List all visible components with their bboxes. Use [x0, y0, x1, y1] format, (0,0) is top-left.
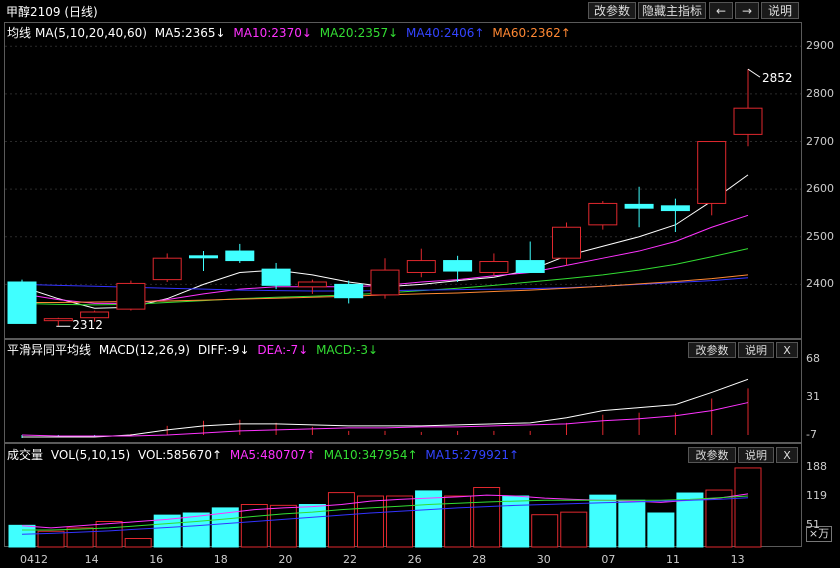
candle-up [479, 261, 509, 273]
x-tick-label: 11 [666, 553, 680, 566]
x-tick-label: 18 [213, 553, 228, 566]
high-price-annotation: 2852 [762, 71, 793, 86]
candle-up [406, 260, 436, 273]
volume-bar-up [95, 521, 123, 548]
candle-up [552, 226, 581, 259]
volume-bar-up [124, 538, 152, 548]
volume-y-tick-label: 51 [806, 518, 820, 532]
x-tick-label: 28 [472, 553, 487, 566]
y-tick-label: 2800 [806, 86, 834, 100]
candle-down [515, 260, 545, 273]
volume-bar-up [531, 514, 559, 548]
x-tick-label: 13 [730, 553, 745, 566]
x-tick-label: 07 [601, 553, 616, 566]
volume-bar-down [618, 499, 646, 548]
candle-up [370, 269, 400, 296]
macd-y-tick-label: 68 [806, 352, 820, 366]
macd-y-tick-label: -7 [806, 427, 817, 441]
candle-up [733, 107, 763, 135]
volume-bar-down [415, 490, 443, 548]
candle-down [261, 268, 291, 286]
volume-bar-up [269, 504, 297, 548]
chart-canvas [5, 45, 801, 548]
volume-bar-down [8, 524, 36, 548]
candle-up [588, 202, 618, 226]
candle-down [189, 255, 218, 259]
x-tick-label: 0412 [20, 553, 48, 566]
candle-down [660, 205, 690, 212]
x-tick-label: 16 [149, 553, 164, 566]
y-tick-label: 2700 [806, 134, 834, 148]
volume-bar-up [386, 495, 414, 548]
y-tick-label: 2500 [806, 229, 834, 243]
volume-bar-down [502, 495, 530, 548]
y-tick-label: 2600 [806, 182, 834, 196]
volume-bar-up [473, 487, 501, 548]
candle-up [697, 141, 727, 204]
y-tick-label: 2900 [806, 39, 834, 53]
x-tick-label: 30 [536, 553, 551, 566]
volume-bar-up [327, 492, 355, 548]
candle-up [297, 281, 327, 288]
x-tick-label: 14 [84, 553, 99, 566]
x-tick-label: 20 [278, 553, 293, 566]
low-price-annotation: 2312 [72, 318, 103, 333]
volume-y-tick-label: 119 [806, 489, 827, 503]
candle-down [443, 260, 473, 272]
x-tick-label: 22 [343, 553, 357, 566]
y-tick-label: 2400 [806, 277, 834, 291]
volume-bar-up [734, 467, 762, 548]
candle-up [152, 257, 182, 281]
candle-down [624, 203, 654, 209]
x-tick-label: 26 [407, 553, 422, 566]
volume-bar-down [182, 512, 210, 548]
volume-y-tick-label: 188 [806, 460, 827, 474]
volume-bar-up [66, 527, 94, 548]
candle-up [80, 311, 110, 319]
candle-down [225, 250, 255, 262]
volume-bar-up [356, 495, 384, 548]
candle-up [116, 282, 146, 310]
candle-up [43, 318, 73, 322]
candle-down [334, 283, 364, 299]
high-annotation-pointer [747, 68, 761, 78]
volume-bar-up [560, 511, 588, 548]
candle-down [7, 281, 37, 324]
macd-y-tick-label: 31 [806, 389, 820, 403]
volume-bar-down [647, 512, 675, 548]
